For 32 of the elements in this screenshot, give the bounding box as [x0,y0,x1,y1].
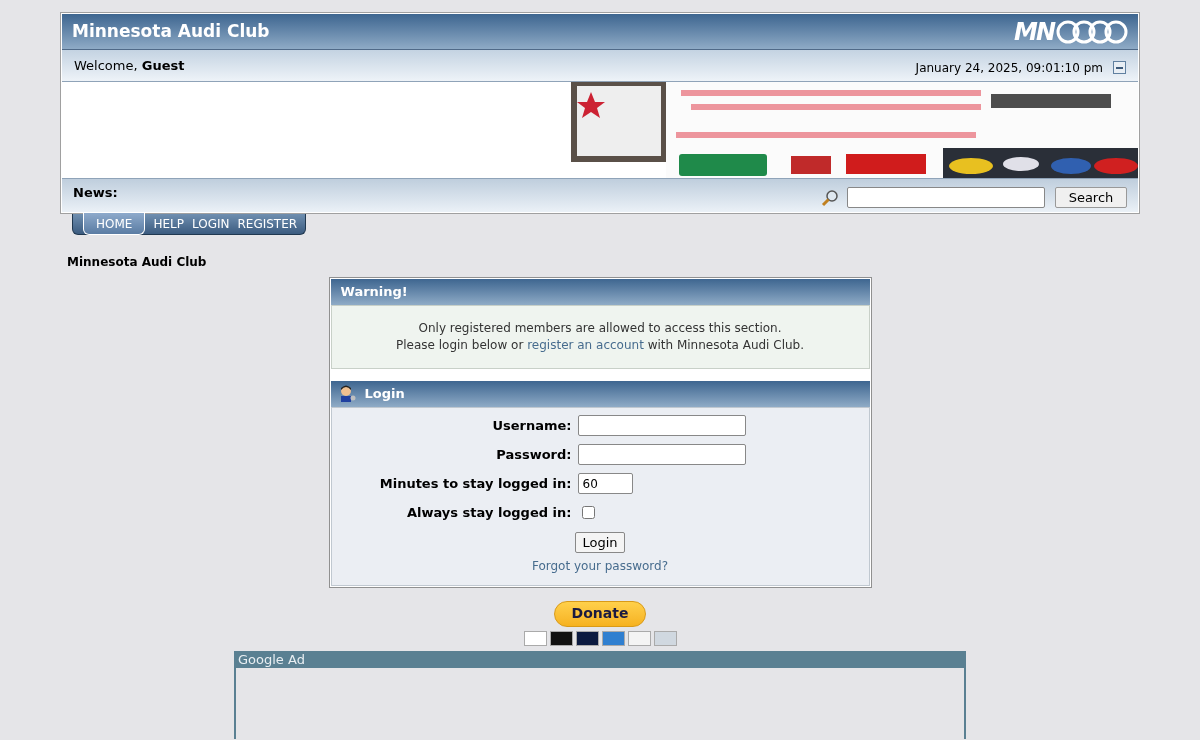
news-label: News: [73,184,118,202]
field-label: Minutes to stay logged in: [378,475,573,493]
forgot-password-link[interactable]: Forgot your password? [531,556,669,575]
login-title: Login [364,385,405,404]
field-label: Always stay logged in: [405,504,573,522]
username-field[interactable] [577,415,746,436]
warning-title: Warning! [340,283,408,302]
logo-text: MN [1014,19,1054,44]
field-label: Username: [491,417,573,435]
donate-button[interactable]: Donate [554,600,646,627]
menu-tab[interactable]: HOME [83,212,146,235]
search-button[interactable]: Search [1055,187,1127,208]
ad-title: Google Ad [238,651,305,667]
rings-logo-icon [1056,18,1128,45]
menu-tab[interactable]: HELP [153,215,184,233]
menu-tab[interactable]: LOGIN [191,215,230,233]
menu-tab[interactable]: REGISTER [237,215,298,233]
collapse-icon[interactable] [1113,61,1126,74]
minutes-field[interactable]: 60 [577,473,633,494]
site-title: Minnesota Audi Club [72,19,270,43]
password-field[interactable] [577,444,746,465]
stay-logged-checkbox[interactable] [581,506,595,519]
warning-text: Only registered members are allowed to access this section. [417,320,783,337]
warning-text: Please login below or register an account with Minnesota Audi Club. [394,337,805,354]
register-link[interactable]: register an account [527,338,644,352]
date-time: January 24, 2025, 09:01:10 pm [915,59,1103,77]
field-label: Password: [495,446,573,464]
search-field[interactable] [847,187,1045,208]
breadcrumb: Minnesota Audi Club [67,254,208,271]
welcome-text: Welcome, Guest [74,56,185,75]
login-button[interactable]: Login [575,531,625,553]
search-icon [821,188,839,207]
